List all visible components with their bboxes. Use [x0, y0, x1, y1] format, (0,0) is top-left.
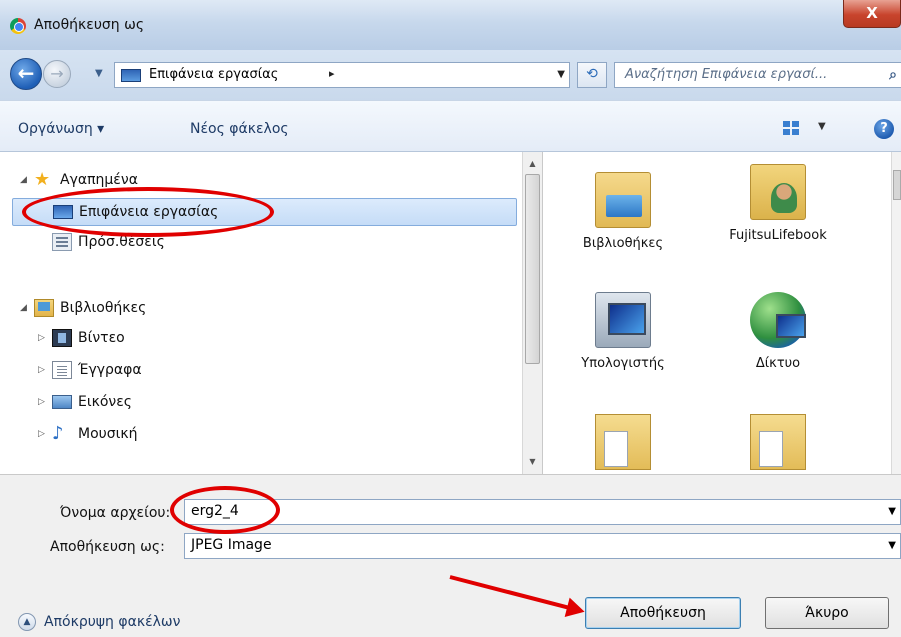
file-item-label: Βιβλιοθήκες	[582, 236, 664, 251]
sidebar-item-label: Πρόσ.θέσεις	[78, 234, 165, 250]
folder-icon	[595, 414, 651, 470]
collapse-triangle-icon[interactable]: ▷	[38, 365, 48, 375]
save-type-select[interactable]: JPEG Image ▼	[184, 533, 901, 559]
scroll-down-icon[interactable]: ▼	[523, 454, 542, 470]
forward-arrow-icon[interactable]: →	[43, 60, 71, 88]
sidebar-item-documents[interactable]: ▷ Έγγραφα	[38, 356, 142, 384]
file-item-user[interactable]: FujitsuLifebook	[723, 164, 833, 243]
hide-folders-label: Απόκρυψη φακέλων	[44, 614, 181, 630]
breadcrumb-desktop[interactable]: Επιφάνεια εργασίας	[149, 67, 278, 82]
file-item-label: Δίκτυο	[755, 356, 801, 371]
filename-label: Όνομα αρχείου:	[60, 505, 171, 521]
computer-icon	[595, 292, 651, 348]
pictures-icon	[52, 395, 72, 409]
save-options-panel: Όνομα αρχείου: erg2_4 ▼ Αποθήκευση ως: J…	[0, 474, 901, 637]
search-icon[interactable]: ⌕	[889, 67, 897, 83]
scroll-up-icon[interactable]: ▲	[523, 156, 542, 172]
search-placeholder: Αναζήτηση Επιφάνεια εργασί...	[625, 67, 828, 82]
close-button[interactable]: X	[843, 0, 901, 28]
sidebar-item-label: Έγγραφα	[78, 362, 142, 378]
cancel-button[interactable]: Άκυρο	[765, 597, 889, 629]
chevron-down-icon[interactable]: ▼	[888, 540, 896, 551]
scrollbar-thumb[interactable]	[893, 170, 901, 200]
scrollbar-thumb[interactable]	[525, 174, 540, 364]
back-arrow-icon[interactable]: ←	[10, 58, 42, 90]
file-item-folder[interactable]	[568, 414, 678, 474]
chevron-down-icon[interactable]: ▼	[557, 69, 565, 80]
file-item-label: Υπολογιστής	[581, 356, 665, 371]
new-folder-button[interactable]: Νέος φάκελος	[190, 121, 289, 137]
sidebar-group-label: Βιβλιοθήκες	[60, 300, 147, 316]
expand-triangle-icon[interactable]: ◢	[20, 175, 30, 185]
desktop-icon	[121, 69, 141, 82]
navigation-pane: ◢ ★ Αγαπημένα Επιφάνεια εργασίας Πρόσ.θέ…	[0, 152, 522, 474]
sidebar-item-pictures[interactable]: ▷ Εικόνες	[38, 388, 132, 416]
chevron-down-icon[interactable]: ▼	[818, 121, 826, 132]
view-options-icon[interactable]	[783, 121, 799, 135]
sidebar-item-label: Μουσική	[78, 426, 138, 442]
help-icon[interactable]: ?	[874, 119, 894, 139]
star-icon: ★	[34, 169, 51, 190]
sidebar-group-libraries[interactable]: ◢ Βιβλιοθήκες	[20, 294, 146, 322]
sidebar-item-music[interactable]: ▷ ♪ Μουσική	[38, 420, 137, 448]
file-item-label: FujitsuLifebook	[729, 228, 827, 243]
recent-places-icon	[52, 233, 72, 251]
address-bar[interactable]: Επιφάνεια εργασίας ▸ ▼	[114, 62, 570, 88]
chevron-down-icon[interactable]: ▼	[888, 506, 896, 517]
sidebar-item-videos[interactable]: ▷ Βίντεο	[38, 324, 125, 352]
recent-locations-dropdown-icon[interactable]: ▼	[95, 68, 103, 79]
filename-value: erg2_4	[191, 503, 239, 519]
file-item-network[interactable]: Δίκτυο	[723, 292, 833, 371]
search-input[interactable]: Αναζήτηση Επιφάνεια εργασί... ⌕	[614, 62, 901, 88]
libraries-icon	[34, 299, 54, 317]
sidebar-item-desktop[interactable]: Επιφάνεια εργασίας	[12, 198, 517, 226]
file-item-libraries[interactable]: Βιβλιοθήκες	[568, 172, 678, 251]
refresh-icon[interactable]: ⟲	[577, 62, 607, 88]
file-list: Βιβλιοθήκες FujitsuLifebook Υπολογιστής …	[542, 152, 901, 474]
libraries-folder-icon	[595, 172, 651, 228]
sidebar-item-recent-places[interactable]: Πρόσ.θέσεις	[52, 228, 165, 256]
window-title: Αποθήκευση ως	[34, 17, 145, 33]
file-item-folder[interactable]	[723, 414, 833, 474]
video-icon	[52, 329, 72, 347]
filename-field[interactable]: erg2_4 ▼	[184, 499, 901, 525]
folder-icon	[750, 414, 806, 470]
collapse-triangle-icon[interactable]: ▷	[38, 333, 48, 343]
sidebar-item-label: Βίντεο	[78, 330, 125, 346]
hide-folders-button[interactable]: ▲ Απόκρυψη φακέλων	[18, 613, 180, 631]
breadcrumb-arrow-icon[interactable]: ▸	[329, 67, 335, 80]
desktop-icon	[53, 205, 73, 219]
title-bar: Αποθήκευση ως X	[0, 0, 901, 50]
save-type-value: JPEG Image	[191, 537, 272, 553]
sidebar-group-favorites[interactable]: ◢ ★ Αγαπημένα	[20, 166, 138, 194]
network-icon	[750, 292, 806, 348]
collapse-triangle-icon[interactable]: ▷	[38, 429, 48, 439]
document-icon	[52, 361, 72, 379]
collapse-triangle-icon[interactable]: ▷	[38, 397, 48, 407]
chrome-icon	[10, 18, 26, 34]
expand-triangle-icon[interactable]: ◢	[20, 303, 30, 313]
navigation-scrollbar[interactable]: ▲ ▼	[522, 152, 542, 474]
command-bar: Οργάνωση ▾ Νέος φάκελος ▼ ?	[0, 100, 901, 152]
file-item-computer[interactable]: Υπολογιστής	[568, 292, 678, 371]
sidebar-item-label: Επιφάνεια εργασίας	[79, 204, 219, 220]
file-list-scrollbar[interactable]	[891, 152, 901, 474]
address-row: ← → ▼ Επιφάνεια εργασίας ▸ ▼ ⟲ Αναζήτηση…	[0, 50, 901, 100]
save-type-label: Αποθήκευση ως:	[50, 539, 165, 555]
sidebar-item-label: Εικόνες	[78, 394, 133, 410]
organize-button[interactable]: Οργάνωση ▾	[18, 121, 104, 137]
chevron-up-icon[interactable]: ▲	[18, 613, 36, 631]
music-note-icon: ♪	[52, 423, 64, 444]
user-folder-icon	[750, 164, 806, 220]
save-button[interactable]: Αποθήκευση	[585, 597, 741, 629]
sidebar-group-label: Αγαπημένα	[60, 172, 138, 188]
